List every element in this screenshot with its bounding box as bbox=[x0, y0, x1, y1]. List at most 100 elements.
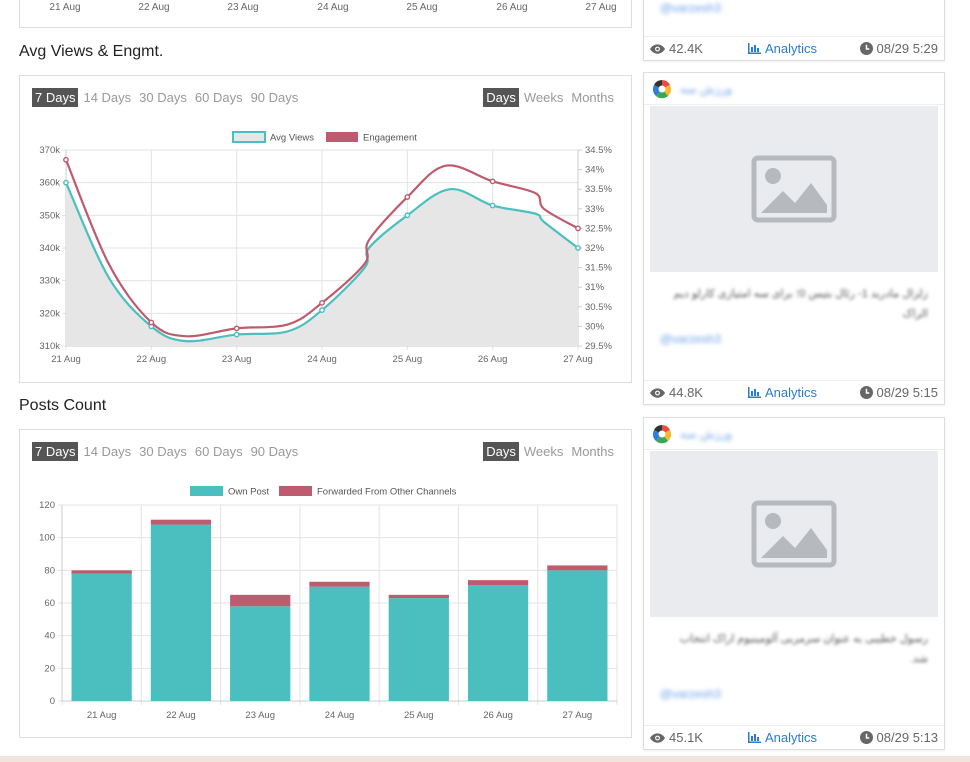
bar-forwarded bbox=[71, 570, 132, 574]
x-tick: 27 Aug bbox=[585, 2, 617, 13]
eye-icon bbox=[650, 732, 665, 743]
bar-forwarded bbox=[547, 565, 608, 571]
card-time: 08/29 5:29 bbox=[859, 41, 938, 56]
card-footer: 44.8K Analytics 08/29 5:15 bbox=[644, 380, 944, 404]
avg-views-point bbox=[63, 179, 69, 186]
media-placeholder[interactable] bbox=[650, 106, 938, 272]
views-engagement-line-chart: 310k 320k 330k 340k 350k 360k 370k 29.5% 30% 30.5… bbox=[39, 131, 612, 365]
x-tick: 25 Aug bbox=[393, 354, 423, 365]
post-time: 08/29 5:15 bbox=[876, 385, 938, 400]
views-count: 45.1K bbox=[669, 730, 703, 745]
legend-swatch-forwarded bbox=[279, 486, 312, 496]
y-right-tick: 32% bbox=[585, 243, 605, 254]
card-author[interactable]: @varzesh3 bbox=[644, 324, 944, 354]
card-author[interactable]: @varzesh3 bbox=[644, 0, 944, 23]
y-right-tick: 32.5% bbox=[585, 223, 612, 234]
views-chart-panel: 7 Days 14 Days 30 Days 60 Days 90 Days D… bbox=[19, 75, 632, 383]
image-placeholder-icon bbox=[751, 155, 837, 223]
clock-icon bbox=[859, 42, 873, 55]
clock-icon bbox=[859, 731, 873, 744]
y-right-tick: 31.5% bbox=[585, 263, 612, 274]
y-right-tick: 33.5% bbox=[585, 184, 612, 195]
post-text: رسول خطیبی به عنوان سرمربی آلومینیوم ارا… bbox=[679, 633, 928, 665]
y-left-tick: 350k bbox=[39, 210, 60, 221]
channel-logo-icon bbox=[652, 425, 672, 444]
y-right-tick: 30.5% bbox=[585, 302, 612, 313]
analytics-link[interactable]: Analytics bbox=[748, 41, 817, 56]
y-tick: 120 bbox=[39, 500, 55, 511]
posts-count-bar-chart: 0 20 40 60 80 100 120 21 Aug 22 Aug 23 Aug 24 Aug 2… bbox=[39, 486, 618, 721]
posts-section-title: Posts Count bbox=[19, 397, 107, 414]
card-author[interactable]: @varzesh3 bbox=[644, 669, 944, 709]
legend-swatch-own-post bbox=[190, 486, 223, 496]
avg-views-point bbox=[489, 202, 496, 209]
engagement-point bbox=[404, 194, 411, 200]
engagement-point bbox=[233, 325, 240, 332]
engagement-point bbox=[489, 178, 496, 185]
legend-swatch-avg-views bbox=[232, 131, 266, 143]
x-tick: 24 Aug bbox=[317, 2, 349, 13]
analytics-link[interactable]: Analytics bbox=[748, 385, 817, 400]
analytics-label: Analytics bbox=[765, 730, 818, 745]
x-tick: 24 Aug bbox=[307, 354, 337, 365]
analytics-label: Analytics bbox=[765, 385, 818, 400]
y-left-tick: 340k bbox=[39, 243, 60, 254]
avg-views-point bbox=[319, 307, 325, 313]
y-right-tick: 34.5% bbox=[585, 145, 612, 156]
y-tick: 0 bbox=[50, 696, 55, 707]
y-tick: 40 bbox=[44, 631, 55, 642]
image-placeholder-icon bbox=[751, 500, 837, 568]
x-tick: 22 Aug bbox=[166, 710, 196, 721]
y-tick: 80 bbox=[44, 565, 55, 576]
bar-chart-icon bbox=[748, 732, 761, 743]
page-bottom-strip bbox=[0, 756, 970, 762]
y-tick: 20 bbox=[44, 663, 55, 674]
bar-forwarded bbox=[388, 594, 449, 599]
engagement-point bbox=[63, 156, 69, 163]
bar-own-post bbox=[309, 586, 370, 701]
channel-name[interactable]: ورزش سه bbox=[680, 82, 732, 96]
x-tick: 21 Aug bbox=[51, 354, 81, 365]
legend-label-forwarded: Forwarded From Other Channels bbox=[317, 487, 457, 498]
chart-legend: Avg Views Engagement bbox=[232, 131, 417, 144]
x-tick: 22 Aug bbox=[138, 2, 170, 13]
y-left-tick: 310k bbox=[39, 341, 60, 352]
engagement-point bbox=[575, 225, 581, 232]
y-right-tick: 33% bbox=[585, 204, 605, 215]
bar-own-post bbox=[388, 598, 449, 701]
y-tick: 60 bbox=[44, 598, 55, 609]
y-right-tick: 31% bbox=[585, 282, 605, 293]
y-right-tick: 34% bbox=[585, 165, 605, 176]
x-tick: 24 Aug bbox=[325, 710, 355, 721]
y-left-tick: 330k bbox=[39, 276, 60, 287]
media-placeholder[interactable] bbox=[650, 451, 938, 617]
bar-forwarded bbox=[230, 594, 291, 607]
post-card: ورزش سه رسول خطیبی به عنوان سرمربی آلومی… bbox=[643, 417, 945, 750]
bar-own-post bbox=[150, 524, 212, 701]
bar-forwarded bbox=[467, 580, 529, 586]
x-tick: 22 Aug bbox=[137, 354, 167, 365]
avg-views-point bbox=[404, 212, 411, 219]
engagement-point bbox=[319, 299, 325, 306]
y-right-tick: 30% bbox=[585, 321, 605, 332]
bar-forwarded bbox=[150, 519, 212, 525]
card-time: 08/29 5:15 bbox=[859, 385, 938, 400]
bar-forwarded bbox=[309, 581, 370, 587]
bar-own-post bbox=[71, 573, 132, 701]
bar-own-post bbox=[547, 570, 608, 701]
bar-own-post bbox=[467, 585, 529, 701]
channel-name[interactable]: ورزش سه bbox=[680, 427, 732, 441]
x-tick: 21 Aug bbox=[87, 710, 117, 721]
y-left-tick: 360k bbox=[39, 178, 60, 189]
card-footer: 45.1K Analytics 08/29 5:13 bbox=[644, 725, 944, 749]
avg-views-point bbox=[233, 331, 240, 338]
post-time: 08/29 5:29 bbox=[876, 41, 938, 56]
analytics-link[interactable]: Analytics bbox=[748, 730, 817, 745]
views-section-title: Avg Views & Engmt. bbox=[19, 43, 164, 60]
card-footer: 42.4K Analytics 08/29 5:29 bbox=[644, 36, 944, 60]
x-tick: 23 Aug bbox=[227, 2, 259, 13]
x-tick: 26 Aug bbox=[496, 2, 528, 13]
eye-icon bbox=[650, 43, 665, 54]
x-tick: 23 Aug bbox=[245, 710, 275, 721]
bar-own-post bbox=[230, 606, 291, 701]
